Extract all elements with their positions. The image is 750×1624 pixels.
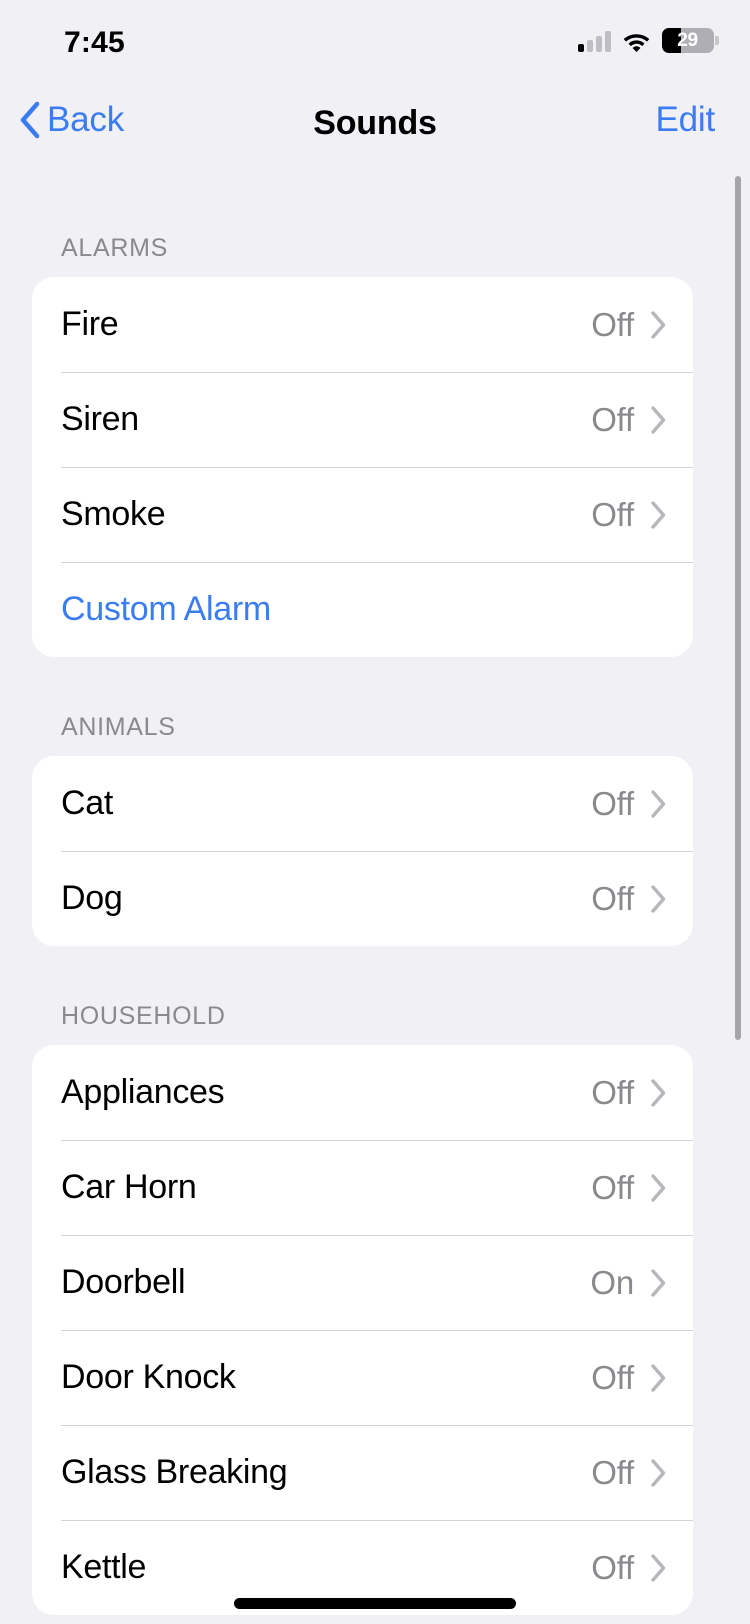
section-header: HOUSEHOLD [61,1002,226,1030]
settings-row[interactable]: Custom Alarm [32,562,693,657]
settings-row-label: Kettle [61,1548,147,1586]
chevron-right-icon [651,310,666,339]
navigation-bar: Back Sounds Edit [0,84,750,174]
settings-row-value: Off [591,495,634,533]
settings-row[interactable]: Appliances Off [32,1045,693,1140]
edit-button[interactable]: Edit [655,100,715,140]
chevron-right-icon [651,500,666,529]
settings-row-value: Off [591,879,634,917]
settings-row[interactable]: Glass Breaking Off [32,1425,693,1520]
settings-row-label: Dog [61,879,123,917]
cellular-signal-icon [578,30,611,52]
vertical-scrollbar[interactable] [735,176,741,1040]
settings-row[interactable]: Doorbell On [32,1235,693,1330]
status-bar-indicators: 29 [578,28,719,53]
chevron-right-icon [651,405,666,434]
settings-row-label: Smoke [61,495,166,533]
chevron-right-icon [651,884,666,913]
settings-row-value: Off [591,1548,634,1586]
settings-row[interactable]: Dog Off [32,851,693,946]
status-bar: 7:45 29 [0,0,750,84]
settings-row-value: Off [591,1358,634,1396]
settings-row-value: Off [591,1168,634,1206]
settings-row-label: Siren [61,400,139,438]
settings-row[interactable]: Car Horn Off [32,1140,693,1235]
settings-row-label: Custom Alarm [61,590,271,628]
settings-row-value: On [590,1263,634,1301]
settings-row[interactable]: Cat Off [32,756,693,851]
settings-row-label: Car Horn [61,1168,197,1206]
settings-card: Fire Off Siren Off Smoke Off Custom Alarm [32,277,693,657]
chevron-right-icon [651,1458,666,1487]
section-header: ANIMALS [61,713,176,741]
status-bar-time: 7:45 [64,26,125,59]
settings-row[interactable]: Door Knock Off [32,1330,693,1425]
phone-screen: 7:45 29 Back Sounds Edit ALARMS Fire Off… [0,0,750,1624]
settings-row[interactable]: Siren Off [32,372,693,467]
battery-percent-label: 29 [677,29,698,51]
settings-row-label: Doorbell [61,1263,186,1301]
chevron-right-icon [651,1363,666,1392]
settings-row-value: Off [591,400,634,438]
section-header: ALARMS [61,234,169,262]
settings-row-label: Door Knock [61,1358,236,1396]
settings-scroll-view[interactable]: ALARMS Fire Off Siren Off Smoke Off Custom Alar… [0,174,750,1624]
settings-row[interactable]: Fire Off [32,277,693,372]
chevron-right-icon [651,1078,666,1107]
settings-row-value: Off [591,1453,634,1491]
settings-row-label: Glass Breaking [61,1453,288,1491]
chevron-right-icon [651,1268,666,1297]
settings-row-value: Off [591,784,634,822]
settings-row-label: Appliances [61,1073,225,1111]
settings-section: ALARMS Fire Off Siren Off Smoke Off Custom Alar… [0,174,750,657]
settings-row-value: Off [591,1073,634,1111]
chevron-right-icon [651,1173,666,1202]
settings-section: ANIMALS Cat Off Dog Off [0,657,750,946]
settings-row-value: Off [591,305,634,343]
page-title: Sounds [313,104,437,142]
home-indicator-bar [234,1598,516,1609]
wifi-icon [623,33,650,52]
settings-row-label: Cat [61,784,114,822]
settings-card: Cat Off Dog Off [32,756,693,946]
settings-section: HOUSEHOLD Appliances Off Car Horn Off Doorbel… [0,946,750,1615]
chevron-right-icon [651,789,666,818]
settings-row-label: Fire [61,305,119,343]
battery-icon: 29 [662,28,719,53]
settings-card: Appliances Off Car Horn Off Doorbell On Door K… [32,1045,693,1615]
settings-row[interactable]: Smoke Off [32,467,693,562]
chevron-right-icon [651,1553,666,1582]
